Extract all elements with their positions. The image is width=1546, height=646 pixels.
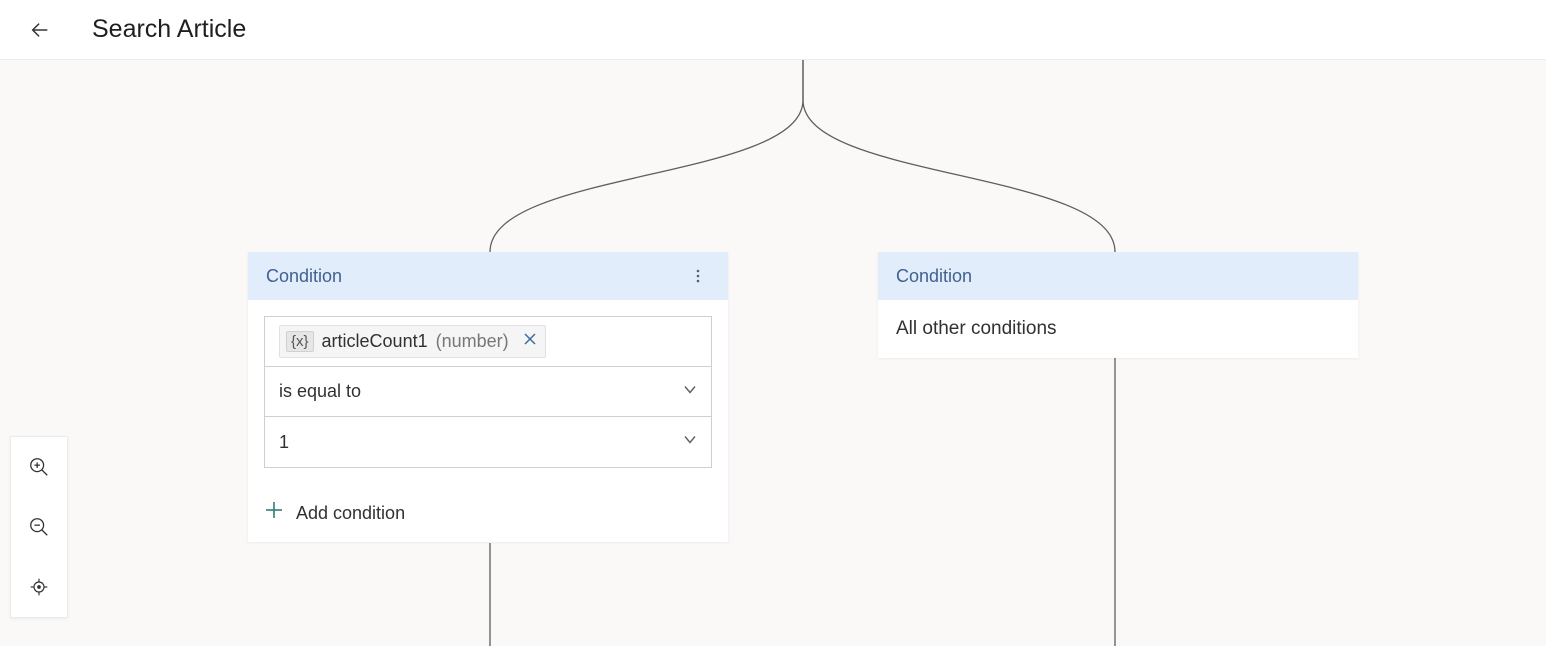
arrow-left-icon [29, 19, 51, 41]
zoom-out-icon [28, 516, 50, 538]
variable-row[interactable]: {x} articleCount1 (number) [265, 317, 711, 367]
zoom-in-button[interactable] [10, 437, 68, 497]
variable-chip: {x} articleCount1 (number) [279, 325, 546, 358]
operator-row[interactable]: is equal to [265, 367, 711, 417]
canvas[interactable]: Condition {x} articleCount1 (number) [0, 60, 1546, 586]
add-condition-button[interactable]: Add condition [248, 484, 728, 542]
zoom-panel [10, 436, 68, 618]
header: Search Article [0, 0, 1546, 60]
condition-block: {x} articleCount1 (number) is equal to [264, 316, 712, 468]
condition-node-else[interactable]: Condition All other conditions [878, 252, 1358, 358]
zoom-in-icon [28, 456, 50, 478]
node-title: Condition [266, 266, 342, 287]
close-icon [523, 332, 537, 346]
variable-icon: {x} [286, 331, 314, 352]
variable-type: (number) [436, 331, 509, 352]
more-button[interactable] [686, 264, 710, 288]
value-row[interactable]: 1 [265, 417, 711, 467]
remove-variable-button[interactable] [521, 330, 539, 353]
chevron-down-icon [683, 433, 697, 452]
back-button[interactable] [24, 14, 56, 46]
value-label: 1 [279, 432, 289, 453]
plus-icon [264, 500, 284, 526]
add-condition-label: Add condition [296, 503, 405, 524]
variable-name: articleCount1 [322, 331, 428, 352]
condition-node[interactable]: Condition {x} articleCount1 (number) [248, 252, 728, 542]
zoom-out-button[interactable] [10, 497, 68, 557]
else-body: All other conditions [878, 300, 1358, 358]
fit-screen-button[interactable] [10, 557, 68, 617]
target-icon [29, 577, 49, 597]
operator-label: is equal to [279, 381, 361, 402]
page-title: Search Article [92, 15, 246, 44]
node-title: Condition [896, 266, 972, 287]
node-header: Condition [878, 252, 1358, 300]
node-header: Condition [248, 252, 728, 300]
chevron-down-icon [683, 382, 697, 401]
more-vertical-icon [690, 268, 706, 284]
